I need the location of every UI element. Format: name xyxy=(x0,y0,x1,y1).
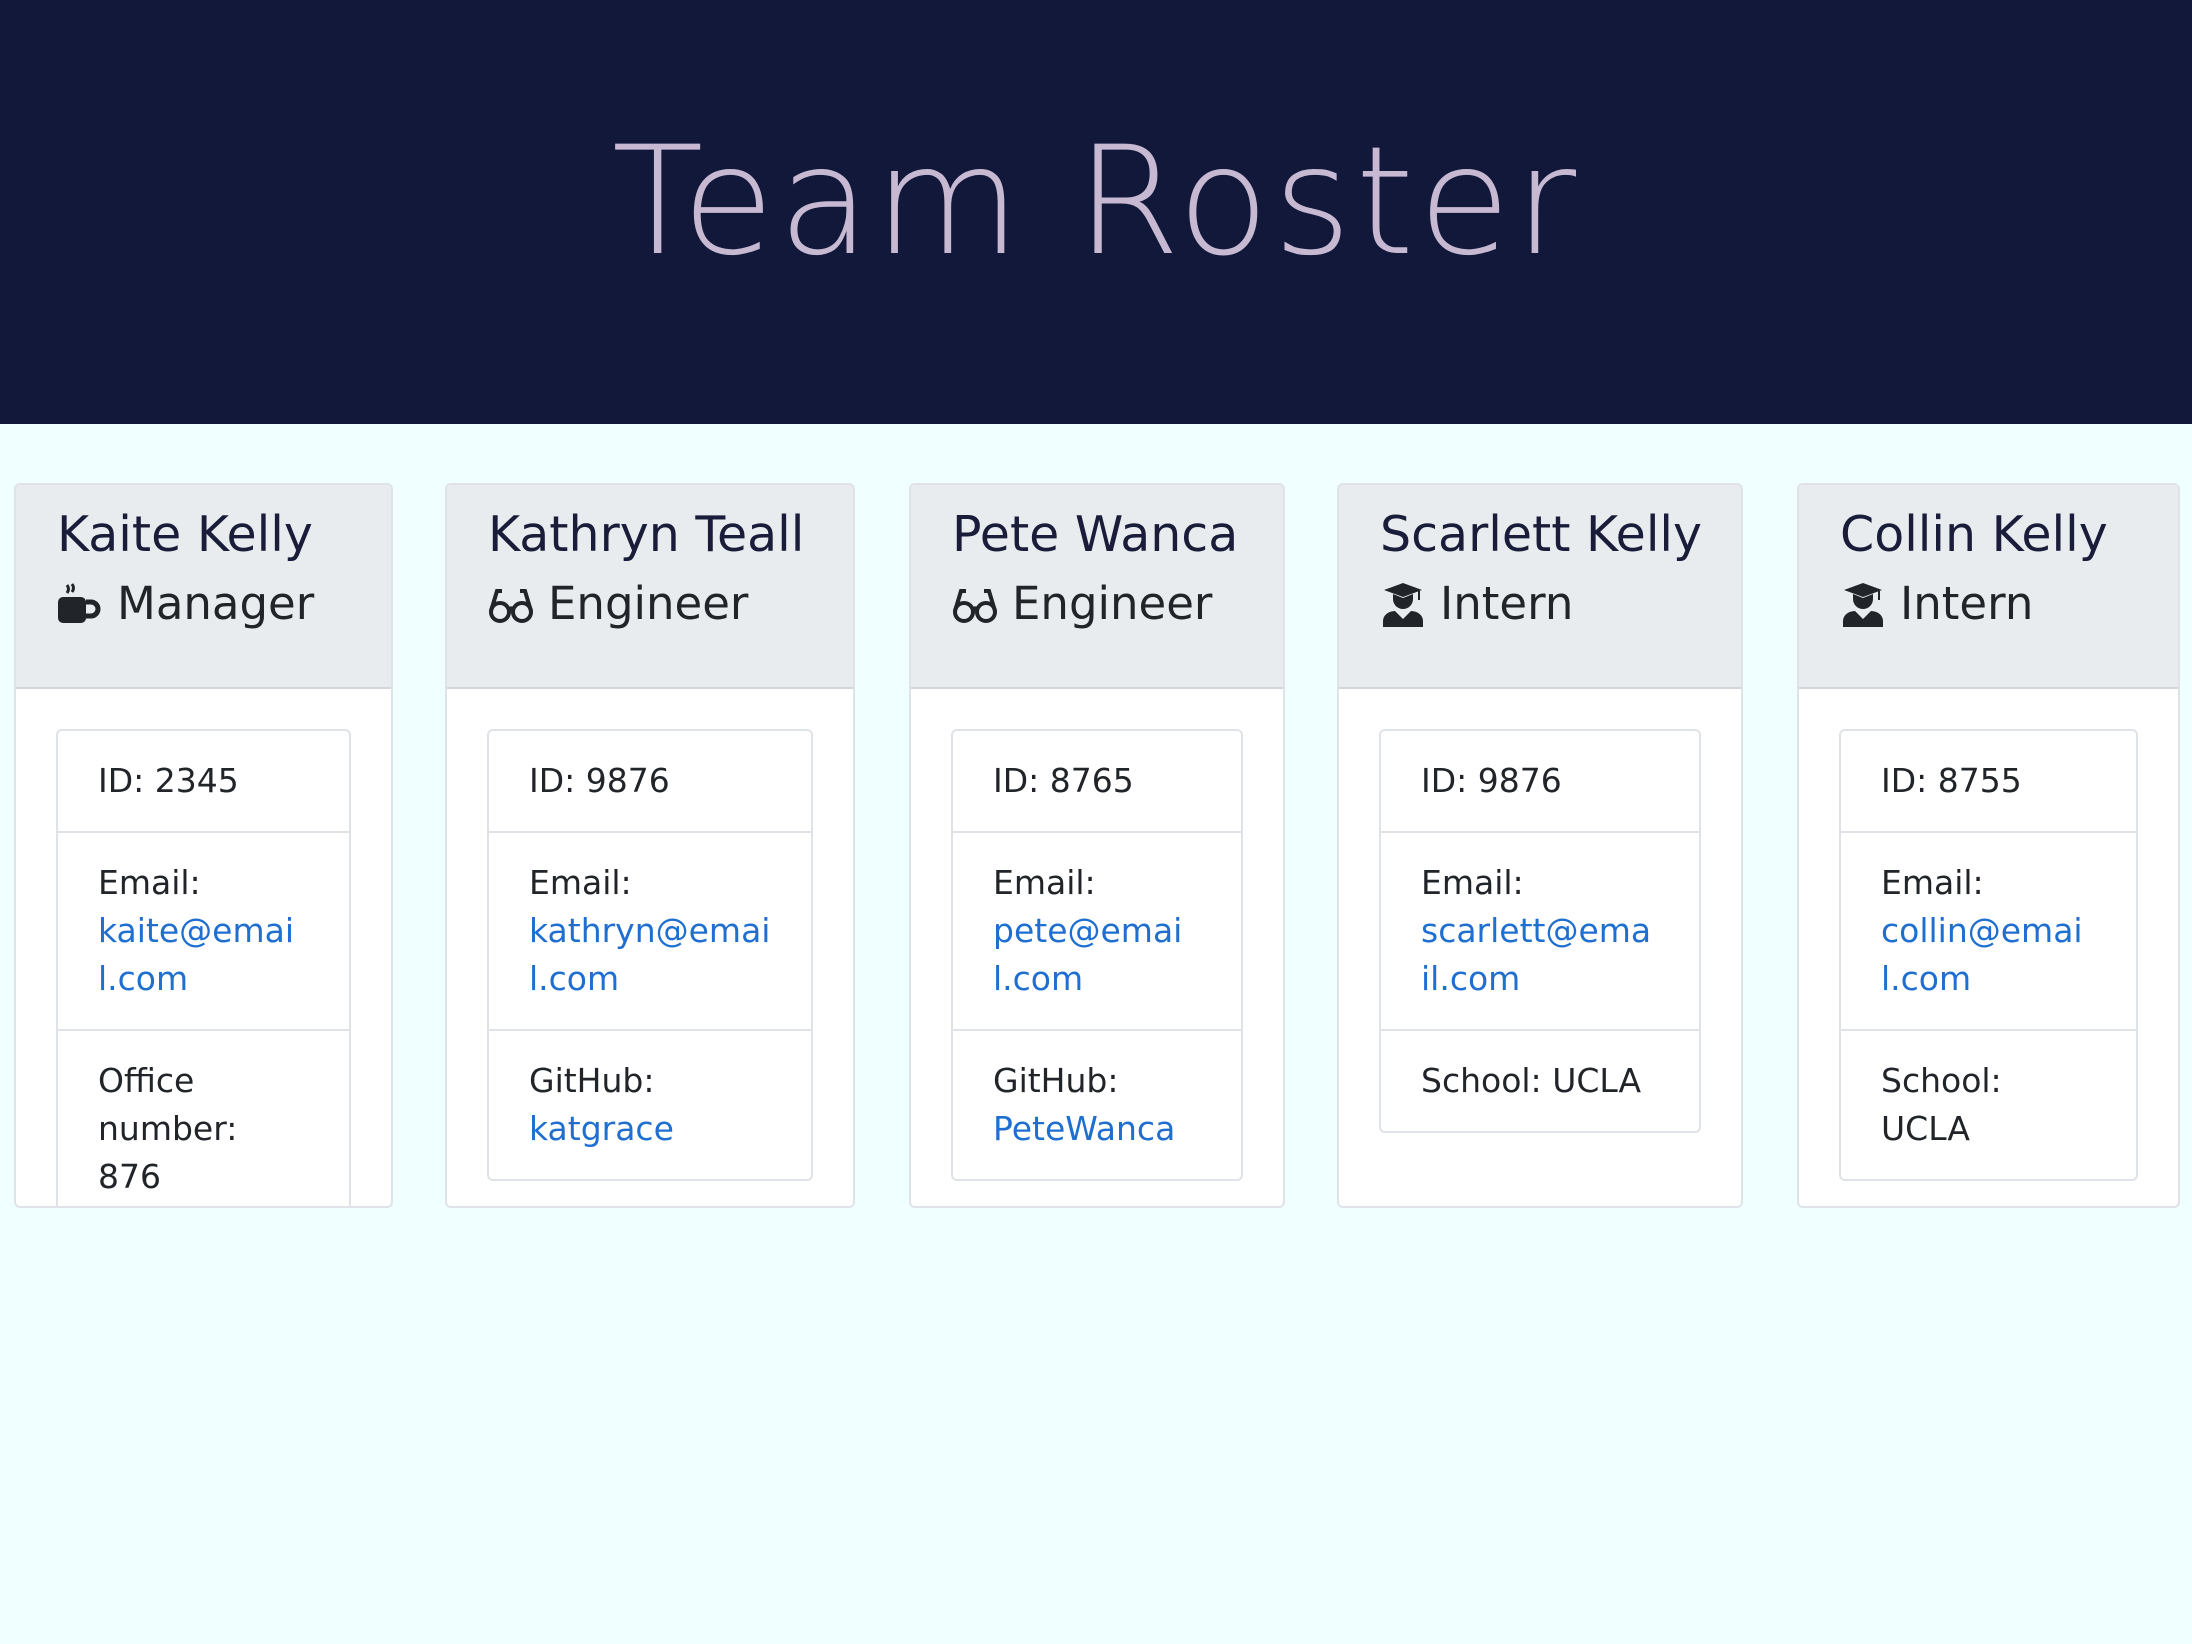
list-item: GitHub: katgrace xyxy=(489,1029,811,1179)
card-header: Scarlett Kelly Intern xyxy=(1339,485,1741,689)
list-item: ID: 2345 xyxy=(58,731,349,831)
employee-name: Scarlett Kelly xyxy=(1380,506,1703,563)
email-label: Email: xyxy=(993,863,1096,902)
list-item: Email: scarlett@email.com xyxy=(1381,831,1699,1029)
employee-card: Collin Kelly Intern ID: 8755 Email: coll… xyxy=(1797,483,2180,1208)
list-item: Email: pete@email.com xyxy=(953,831,1241,1029)
page-title: Team Roster xyxy=(611,115,1581,289)
id-text: ID: 2345 xyxy=(98,761,239,800)
role-label: Engineer xyxy=(1012,577,1213,631)
role-label: Intern xyxy=(1440,577,1574,631)
email-label: Email: xyxy=(98,863,201,902)
list-item: GitHub: PeteWanca xyxy=(953,1029,1241,1179)
office-number: 876 xyxy=(98,1157,161,1196)
email-label: Email: xyxy=(529,863,632,902)
office-label: Office number: xyxy=(98,1061,238,1148)
card-header: Pete Wanca Engineer xyxy=(911,485,1283,689)
employee-role: Engineer xyxy=(488,579,853,629)
list-item: Email: kaite@email.com xyxy=(58,831,349,1029)
github-link[interactable]: PeteWanca xyxy=(993,1109,1175,1148)
email-link[interactable]: collin@email.com xyxy=(1881,911,2083,998)
role-label: Engineer xyxy=(548,577,749,631)
school-name: UCLA xyxy=(1881,1109,1970,1148)
list-item: ID: 9876 xyxy=(1381,731,1699,831)
github-link[interactable]: katgrace xyxy=(529,1109,674,1148)
employee-name: Kathryn Teall xyxy=(488,506,805,563)
glasses-icon xyxy=(952,581,998,627)
info-list: ID: 2345 Email: kaite@email.com Office n… xyxy=(56,729,351,1206)
email-link[interactable]: scarlett@email.com xyxy=(1421,911,1651,998)
employee-card: Pete Wanca Engineer ID: 8765 Email: pete… xyxy=(909,483,1285,1208)
employee-role: Intern xyxy=(1840,579,2178,629)
list-item: Office number: 876 xyxy=(58,1029,349,1206)
info-list: ID: 9876 Email: kathryn@email.com GitHub… xyxy=(487,729,813,1181)
graduate-icon xyxy=(1840,581,1886,628)
employee-role: Intern xyxy=(1380,579,1741,629)
school-name: UCLA xyxy=(1552,1061,1642,1100)
employee-name: Collin Kelly xyxy=(1840,506,2108,563)
employee-card: Kathryn Teall Engineer ID: 9876 Email: k… xyxy=(445,483,855,1208)
info-list: ID: 9876 Email: scarlett@email.com Schoo… xyxy=(1379,729,1701,1133)
card-header: Collin Kelly Intern xyxy=(1799,485,2178,689)
role-label: Manager xyxy=(117,577,315,631)
card-header: Kathryn Teall Engineer xyxy=(447,485,853,689)
employee-role: Engineer xyxy=(952,579,1283,629)
school-label: School: xyxy=(1881,1061,2002,1100)
email-link[interactable]: kathryn@email.com xyxy=(529,911,770,998)
employee-name: Pete Wanca xyxy=(952,506,1239,563)
email-link[interactable]: pete@email.com xyxy=(993,911,1182,998)
employee-card: Scarlett Kelly Intern ID: 9876 Email: sc… xyxy=(1337,483,1743,1208)
role-label: Intern xyxy=(1900,577,2034,631)
card-header: Kaite Kelly Manager xyxy=(16,485,391,689)
id-text: ID: 9876 xyxy=(529,761,670,800)
github-label: GitHub: xyxy=(529,1061,655,1100)
id-text: ID: 8755 xyxy=(1881,761,2022,800)
employee-name: Kaite Kelly xyxy=(57,506,313,563)
employee-role: Manager xyxy=(57,579,391,629)
github-label: GitHub: xyxy=(993,1061,1119,1100)
list-item: ID: 8755 xyxy=(1841,731,2136,831)
list-item: ID: 9876 xyxy=(489,731,811,831)
list-item: Email: collin@email.com xyxy=(1841,831,2136,1029)
info-list: ID: 8765 Email: pete@email.com GitHub: P… xyxy=(951,729,1243,1181)
graduate-icon xyxy=(1380,581,1426,628)
email-label: Email: xyxy=(1881,863,1984,902)
employee-card: Kaite Kelly Manager ID: 2345 Email: kait… xyxy=(14,483,393,1208)
glasses-icon xyxy=(488,581,534,627)
list-item: School: UCLA xyxy=(1381,1029,1699,1131)
id-text: ID: 8765 xyxy=(993,761,1134,800)
info-list: ID: 8755 Email: collin@email.com School:… xyxy=(1839,729,2138,1181)
page-header: Team Roster xyxy=(0,0,2192,424)
list-item: School: UCLA xyxy=(1841,1029,2136,1179)
coffee-icon xyxy=(57,581,103,627)
email-link[interactable]: kaite@email.com xyxy=(98,911,294,998)
id-text: ID: 9876 xyxy=(1421,761,1562,800)
list-item: ID: 8765 xyxy=(953,731,1241,831)
school-label: School: xyxy=(1421,1061,1542,1100)
email-label: Email: xyxy=(1421,863,1524,902)
list-item: Email: kathryn@email.com xyxy=(489,831,811,1029)
